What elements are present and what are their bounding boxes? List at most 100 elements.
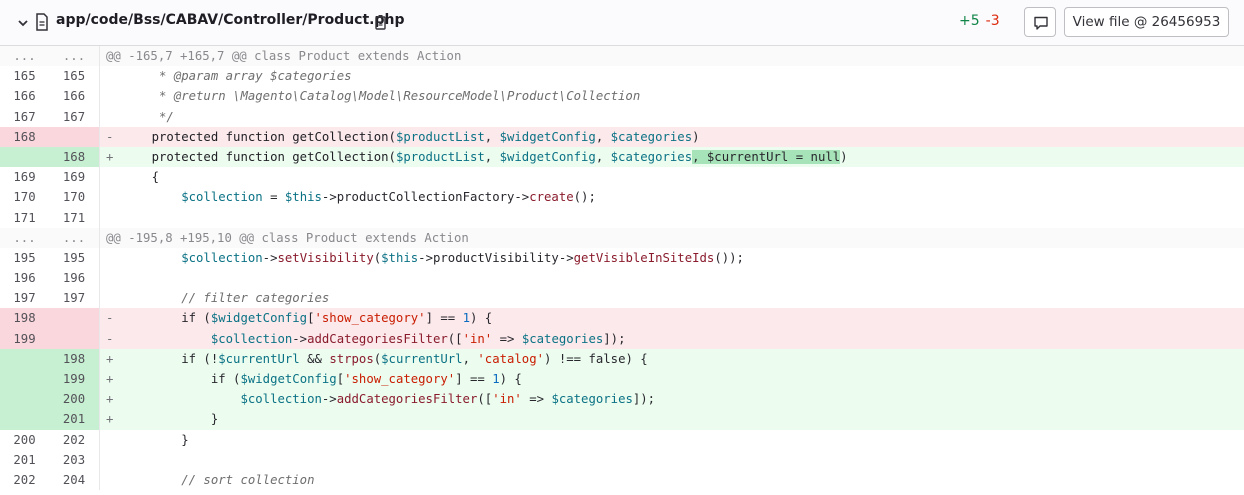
hunk-text: @@ -195,8 +195,10 @@ class Product exten… [100,227,1244,248]
diff-line-added: 199 + if ($widgetConfig['show_category']… [0,369,1244,390]
old-line-number[interactable]: 169 [0,167,49,187]
new-line-number[interactable]: 202 [49,429,100,450]
diff-line: 169 169 { [0,167,1244,188]
old-line-number[interactable] [0,389,49,410]
inline-change-highlight: , $currentUrl = null [692,149,841,164]
code-token: $categories [610,129,693,144]
old-line-number[interactable] [0,146,49,168]
code-token: , [595,129,611,144]
old-line-number[interactable]: 166 [0,86,49,106]
diff-sign [106,470,122,490]
file-path[interactable]: app/code/Bss/CABAV/Controller/Product.ph… [56,12,405,28]
copy-icon[interactable] [374,14,388,30]
old-line-number[interactable]: 195 [0,248,49,268]
new-line-number[interactable]: 195 [49,247,100,269]
old-line-number[interactable]: 170 [0,187,49,207]
old-line-number[interactable] [0,348,49,369]
line-code: + if ($widgetConfig['show_category'] == … [100,369,1244,390]
code-token: addCategoriesFilter [336,392,478,407]
diff-sign [106,167,122,187]
code-token: $widgetConfig [499,129,596,144]
old-line-number[interactable]: 201 [0,450,49,470]
new-line-number[interactable]: 168 [49,146,100,168]
code-token: setVisibility [277,250,374,265]
line-code: * @param array $categories [100,66,1244,86]
diff-sign [106,430,122,450]
new-line-number[interactable]: 169 [49,167,100,188]
old-line-number[interactable]: 198 [0,308,49,329]
old-line-number[interactable]: 171 [0,208,49,228]
code-token: -> [292,331,308,346]
code-token: ) !== false) { [544,351,648,366]
diff-line: 166 166 * @return \Magento\Catalog\Model… [0,86,1244,107]
code-token: ([ [477,392,493,407]
code-token: 'show_category' [344,372,456,386]
code-token: * @return \Magento\Catalog\Model\Resourc… [122,89,641,104]
code-token: if ( [122,311,211,326]
new-line-number[interactable]: 199 [49,369,100,390]
new-line-number[interactable]: 200 [49,389,100,410]
code-token: , [462,351,478,366]
diff-sign [106,248,122,268]
old-line-number[interactable] [0,369,49,390]
new-line-number[interactable]: 203 [49,449,100,470]
diff-line: 197 197 // filter categories [0,288,1244,309]
diff-line-added: 198 + if (!$currentUrl && strpos($curren… [0,348,1244,369]
new-line-number[interactable]: 166 [49,86,100,107]
code-token: 1 [492,372,500,386]
code-token: ->productCollectionFactory-> [321,190,530,205]
new-line-number[interactable]: 197 [49,288,100,309]
new-line-number[interactable]: 165 [49,66,100,87]
code-token: [ [336,372,345,386]
new-line-number[interactable] [49,308,100,329]
code-token: , [484,149,500,164]
line-code: } [100,430,1244,450]
code-token: $collection [122,190,263,205]
code-token: 'show_category' [314,311,426,326]
old-line-number: ... [0,227,49,248]
old-line-number[interactable]: 165 [0,66,49,86]
old-line-number[interactable]: 197 [0,288,49,308]
old-line-number[interactable]: 168 [0,126,49,147]
code-token: -> [321,392,337,407]
new-line-number[interactable]: 196 [49,268,100,289]
chevron-down-icon[interactable] [16,16,30,30]
old-line-number: ... [0,46,49,67]
code-token: ] == [425,311,463,326]
diff-line: 167 167 */ [0,106,1244,127]
diff-line: 171 171 [0,207,1244,228]
old-line-number[interactable] [0,409,49,430]
code-token: 'catalog' [477,351,545,366]
old-line-number[interactable]: 167 [0,107,49,127]
new-line-number[interactable]: 171 [49,207,100,228]
new-line-number[interactable]: 167 [49,106,100,127]
code-token: addCategoriesFilter [307,331,448,346]
code-token: */ [122,109,174,124]
old-line-number[interactable]: 199 [0,328,49,349]
old-line-number[interactable]: 200 [0,430,49,450]
old-line-number[interactable]: 196 [0,268,49,288]
new-line-number[interactable]: 201 [49,409,100,430]
code-token: => [521,392,552,407]
new-line-number[interactable] [49,328,100,349]
diff-line-added: 201 + } [0,409,1244,430]
code-token: ()); [714,250,744,265]
view-file-button[interactable]: View file @ 26456953 [1064,7,1229,37]
code-token: ]); [603,331,626,346]
code-token: protected function getCollection( [122,129,396,144]
new-line-number[interactable]: 204 [49,469,100,491]
code-token: = [262,190,285,205]
comment-button[interactable] [1024,7,1056,37]
new-line-number[interactable] [49,126,100,147]
old-line-number[interactable]: 202 [0,470,49,490]
code-token: } [122,432,189,447]
code-token: -> [262,250,278,265]
diff-sign: + [106,372,114,386]
new-line-number[interactable]: 170 [49,187,100,208]
diff-line-added: 200 + $collection->addCategoriesFilter([… [0,389,1244,410]
code-token: [ [307,311,315,326]
code-token: && [299,351,330,366]
file-icon [36,13,48,31]
new-line-number[interactable]: 198 [49,348,100,369]
